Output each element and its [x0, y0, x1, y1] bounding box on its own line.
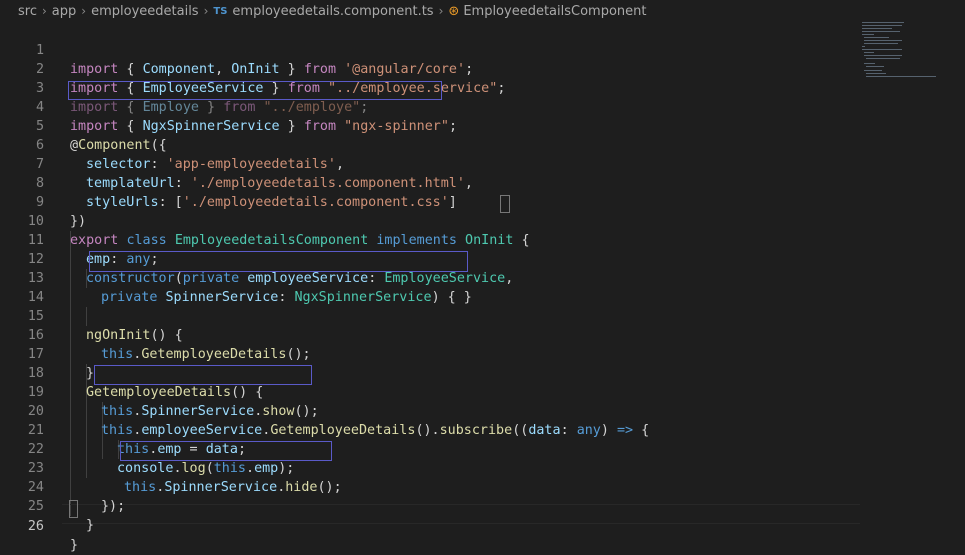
code-line: 15 ngOnInit() {: [0, 288, 860, 343]
code-line: 22 console.log(this.emp);: [0, 421, 860, 476]
code-line: 2 import { EmployeeService } from "../em…: [0, 41, 860, 96]
bracket-match-box: [500, 195, 510, 213]
minimap-line: [862, 34, 874, 36]
vertical-scrollbar[interactable]: [951, 22, 965, 555]
code-line: 16 this.GetemployeeDetails();: [0, 307, 860, 362]
minimap-line: [866, 58, 900, 60]
code-line: 8 styleUrls: ['./employeedetails.compone…: [0, 155, 860, 210]
code-line: 18 GetemployeeDetails() {: [0, 345, 860, 400]
code-line: 14: [0, 269, 860, 305]
minimap-line: [866, 73, 886, 75]
code-text: }: [70, 536, 78, 555]
breadcrumb-folder[interactable]: employeedetails: [91, 4, 198, 19]
breadcrumb-app[interactable]: app: [52, 4, 76, 19]
code-line: 26 }: [0, 498, 860, 553]
minimap-line: [862, 22, 904, 24]
code-line: 6 selector: 'app-employeedetails',: [0, 117, 860, 172]
code-line: 7 templateUrl: './employeedetails.compon…: [0, 136, 860, 191]
breadcrumb-src[interactable]: src: [18, 4, 37, 19]
chevron-right-icon: ›: [438, 4, 444, 18]
class-symbol-icon: ⊛: [448, 3, 460, 19]
code-line: 24 });: [0, 459, 860, 514]
code-line: 17 }: [0, 326, 860, 381]
code-line: 20 this.employeeService.GetemployeeDetai…: [0, 383, 860, 438]
code-line: 1 import { Component, OnInit } from '@an…: [0, 22, 860, 77]
chevron-right-icon: ›: [41, 4, 47, 18]
bracket-match-box: [69, 500, 78, 518]
minimap-line: [862, 25, 902, 27]
chevron-right-icon: ›: [203, 4, 209, 18]
minimap-line: [864, 70, 882, 72]
minimap-line: [864, 63, 875, 65]
minimap-line: [866, 66, 884, 68]
code-line: 12 constructor(private employeeService: …: [0, 231, 860, 286]
minimap-line: [862, 49, 902, 51]
highlight-box: [94, 365, 312, 385]
token: }: [86, 518, 95, 533]
code-line: 21 this.emp = data;: [0, 402, 860, 457]
minimap-line: [866, 76, 936, 78]
minimap-line: [862, 28, 892, 30]
token: }: [70, 538, 79, 553]
minimap[interactable]: [858, 20, 938, 80]
line-number: 26: [27, 519, 44, 534]
minimap-line: [864, 55, 902, 57]
breadcrumb-file[interactable]: employeedetails.component.ts: [232, 4, 433, 19]
code-line: 11 emp: any;: [0, 212, 860, 267]
code-editor[interactable]: 1 import { Component, OnInit } from '@an…: [0, 22, 860, 555]
minimap-line: [864, 43, 898, 45]
code-line: 9 }): [0, 174, 860, 229]
minimap-line: [862, 46, 865, 48]
minimap-line: [864, 52, 874, 54]
code-line: 25 }: [0, 478, 860, 533]
code-line: 10 export class EmployeedetailsComponent…: [0, 193, 860, 248]
code-text: }: [86, 516, 94, 535]
breadcrumb: src › app › employeedetails › TS employe…: [0, 0, 965, 22]
minimap-line: [864, 40, 902, 42]
minimap-line: [862, 31, 900, 33]
highlight-box: [120, 441, 332, 461]
minimap-line: [864, 37, 889, 39]
code-line: 3 import { Employe } from "../employe";: [0, 60, 860, 115]
typescript-file-icon: TS: [213, 5, 228, 17]
code-line: 5 @Component({: [0, 98, 860, 153]
breadcrumb-symbol[interactable]: EmployeedetailsComponent: [463, 4, 646, 19]
chevron-right-icon: ›: [81, 4, 87, 18]
